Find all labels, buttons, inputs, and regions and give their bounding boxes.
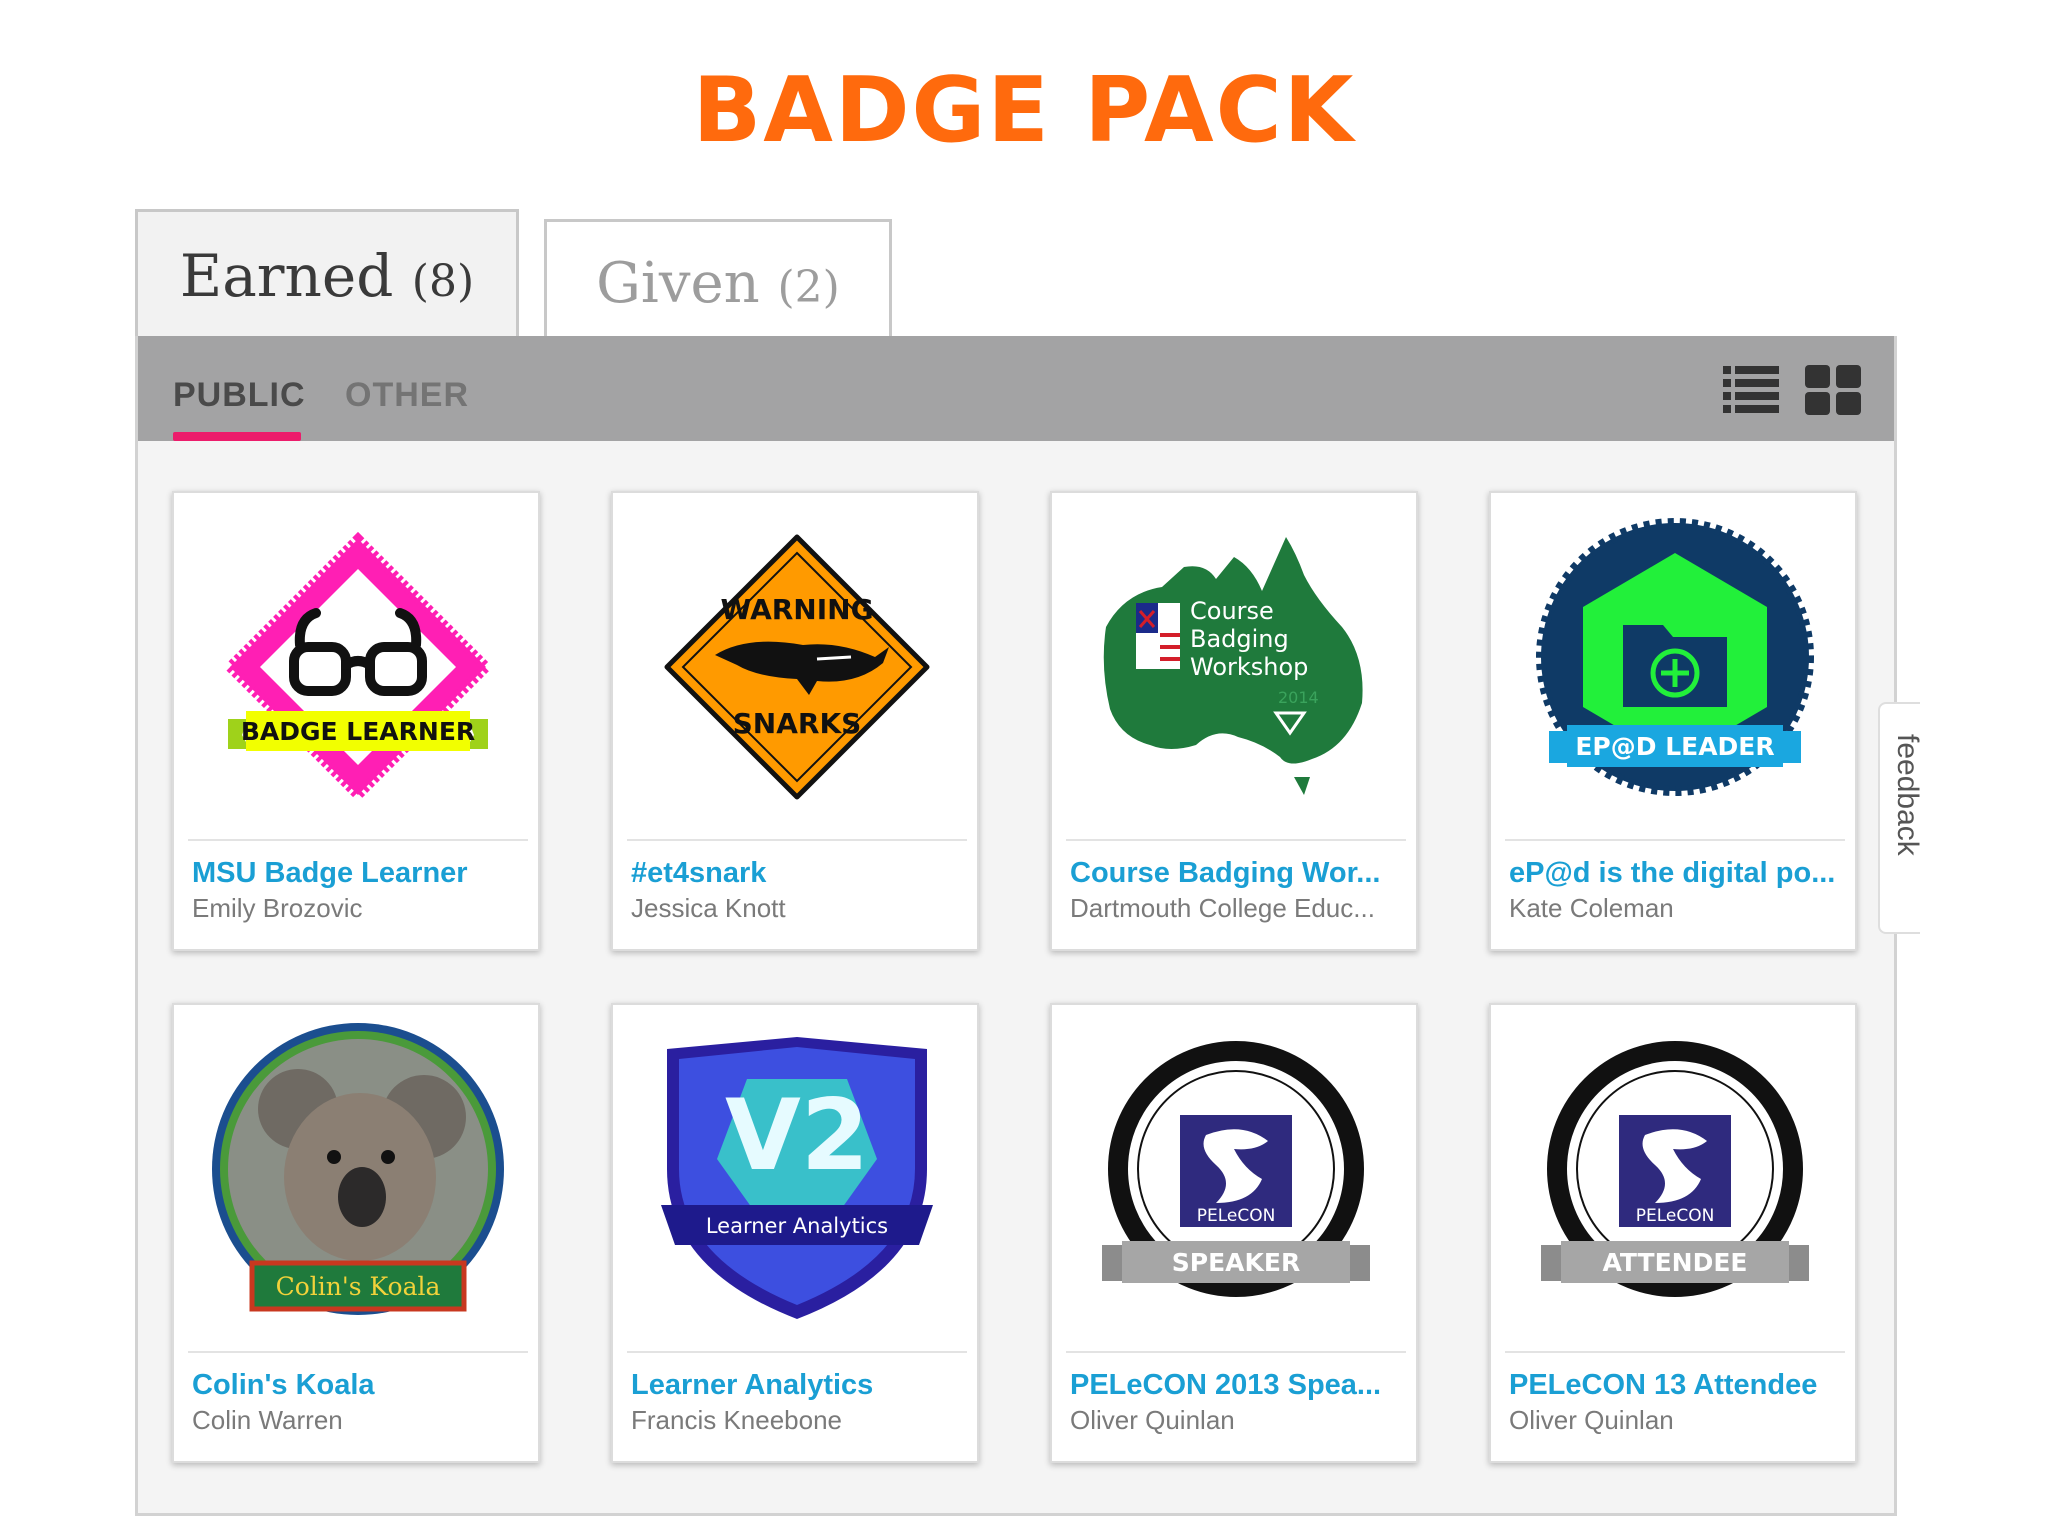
badge-card-colins-koala[interactable]: Colin's Koala Colin's Koala Colin Warren (172, 1003, 540, 1463)
badge-card-course-badging-workshop[interactable]: Course Badging Workshop 2014 Course Badg… (1050, 491, 1418, 951)
speaker-ribbon-text: SPEAKER (1172, 1248, 1300, 1277)
feedback-tab[interactable]: feedback (1878, 702, 1920, 934)
workshop-line1: Course (1190, 597, 1274, 625)
badge-owner: Kate Coleman (1509, 893, 1674, 923)
badge-card-pelecon-attendee[interactable]: PELeCON ATTENDEE PELeCON 13 Attendee Oli… (1489, 1003, 1857, 1463)
card-divider (1066, 839, 1406, 841)
learner-analytics-ribbon-text: Learner Analytics (706, 1214, 888, 1238)
badge-title[interactable]: PELeCON 2013 Spea... (1070, 1369, 1406, 1402)
grid-view-icon[interactable] (1805, 364, 1861, 421)
list-view-icon[interactable] (1723, 364, 1779, 421)
badge-title[interactable]: Course Badging Wor... (1070, 857, 1406, 890)
badge-title[interactable]: #et4snark (631, 857, 967, 890)
australia-map-badge-image: Course Badging Workshop 2014 (1066, 507, 1406, 827)
tab-earned-count: (8) (411, 256, 475, 307)
epad-ribbon-text: EP@D LEADER (1575, 732, 1774, 761)
badge-title[interactable]: Learner Analytics (631, 1369, 967, 1402)
tab-earned[interactable]: Earned (8) (135, 209, 519, 337)
badge-owner: Colin Warren (192, 1405, 343, 1435)
pelecon-attendee-ring-image: PELeCON ATTENDEE (1505, 1019, 1845, 1339)
badge-title[interactable]: MSU Badge Learner (192, 857, 528, 890)
tab-given-label: Given (596, 251, 760, 316)
badge-card-learner-analytics[interactable]: V2 Learner Analytics Learner Analytics F… (611, 1003, 979, 1463)
card-divider (1066, 1351, 1406, 1353)
snarks-text: SNARKS (733, 707, 862, 740)
attendee-ribbon-text: ATTENDEE (1603, 1248, 1748, 1277)
badge-title[interactable]: eP@d is the digital po... (1509, 857, 1845, 890)
koala-ribbon-text: Colin's Koala (276, 1272, 441, 1301)
card-divider (627, 1351, 967, 1353)
warning-snarks-sign-image: WARNING SNARKS (627, 507, 967, 827)
card-divider (188, 1351, 528, 1353)
badge-learner-diamond-image: BADGE LEARNER (188, 507, 528, 827)
card-divider (1505, 839, 1845, 841)
badge-title[interactable]: PELeCON 13 Attendee (1509, 1369, 1845, 1402)
workshop-line3: Workshop (1190, 653, 1308, 681)
card-divider (627, 839, 967, 841)
folder-plus-hexagon-image: EP@D LEADER (1505, 507, 1845, 827)
badge-owner: Francis Kneebone (631, 1405, 843, 1435)
feedback-label: feedback (1891, 734, 1920, 856)
badge-title[interactable]: Colin's Koala (192, 1369, 528, 1402)
badge-owner: Oliver Quinlan (1070, 1405, 1235, 1435)
workshop-year: 2014 (1278, 688, 1319, 707)
badge-card-et4snark[interactable]: WARNING SNARKS #et4snark Jessica Knott (611, 491, 979, 951)
card-divider (188, 839, 528, 841)
badge-learner-ribbon-text: BADGE LEARNER (241, 717, 475, 746)
warning-text: WARNING (720, 593, 873, 626)
panel-toolbar: PUBLIC OTHER (138, 336, 1894, 441)
badge-owner: Dartmouth College Educ... (1070, 893, 1375, 923)
tab-given-count: (2) (777, 262, 840, 313)
badge-owner: Emily Brozovic (192, 893, 363, 923)
badge-owner: Oliver Quinlan (1509, 1405, 1674, 1435)
koala-photo-circle-image: Colin's Koala (188, 1019, 528, 1339)
badge-owner: Jessica Knott (631, 893, 786, 923)
badge-card-epad-leader[interactable]: EP@D LEADER eP@d is the digital po... Ka… (1489, 491, 1857, 951)
tab-given[interactable]: Given (2) (544, 219, 892, 337)
v2-text: V2 (725, 1079, 869, 1193)
pelecon-speaker-ring-image: PELeCON SPEAKER (1066, 1019, 1406, 1339)
subtab-public[interactable]: PUBLIC (173, 376, 306, 415)
workshop-line2: Badging (1190, 625, 1289, 653)
subtab-active-indicator (173, 432, 301, 441)
pelecon-logo-text: PELeCON (1197, 1206, 1276, 1226)
v2-shield-image: V2 Learner Analytics (627, 1019, 967, 1339)
tab-earned-label: Earned (179, 242, 394, 310)
subtab-other[interactable]: OTHER (345, 376, 469, 415)
card-divider (1505, 1351, 1845, 1353)
badge-card-msu-badge-learner[interactable]: BADGE LEARNER MSU Badge Learner Emily Br… (172, 491, 540, 951)
badge-card-pelecon-speaker[interactable]: PELeCON SPEAKER PELeCON 2013 Spea... Oli… (1050, 1003, 1418, 1463)
pelecon-logo-text: PELeCON (1636, 1206, 1715, 1226)
page-title: BADGE PACK (692, 58, 1356, 163)
